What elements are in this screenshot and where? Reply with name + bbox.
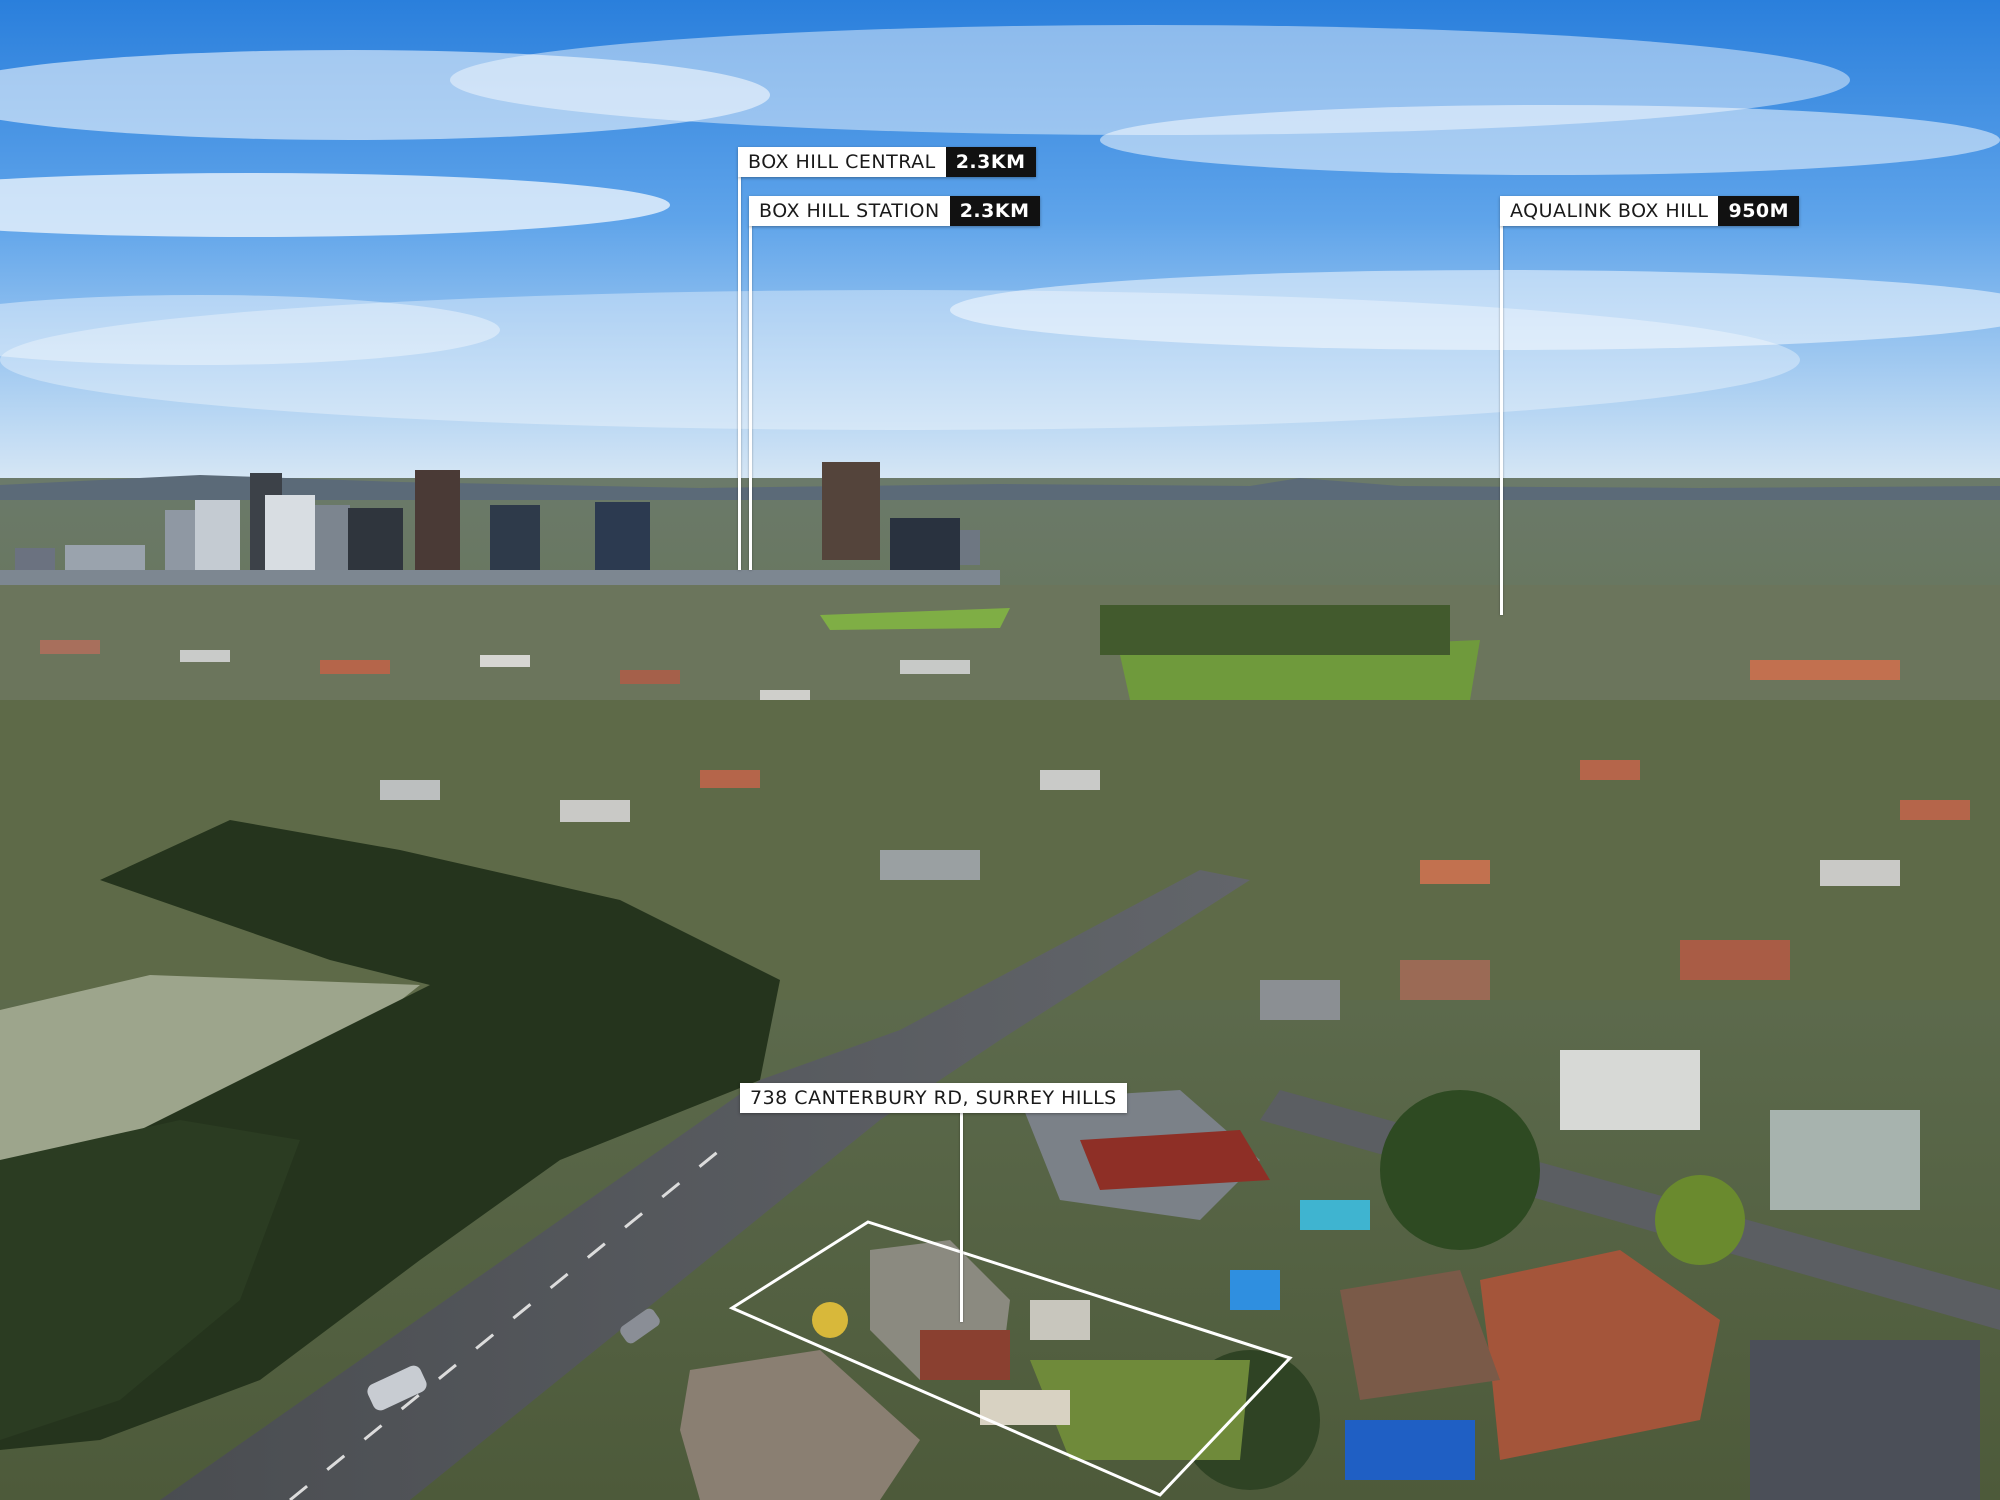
callout-distance: 950M [1718,196,1800,226]
callout-aqualink-box-hill: AQUALINK BOX HILL 950M [1500,196,1800,226]
callout-distance: 2.3KM [949,196,1040,226]
leader-box-hill-central [738,177,741,570]
callout-name: BOX HILL CENTRAL [738,147,946,177]
leader-box-hill-station [749,226,752,570]
leader-property [960,1110,963,1322]
callout-name: BOX HILL STATION [749,196,950,226]
callout-box-hill-station: BOX HILL STATION 2.3KM [749,196,1040,226]
park-trees [1100,605,1450,655]
property-address: 738 CANTERBURY RD, SURREY HILLS [740,1083,1127,1113]
property-address-label: 738 CANTERBURY RD, SURREY HILLS [740,1083,1127,1113]
leader-aqualink [1500,226,1503,615]
callout-name: AQUALINK BOX HILL [1500,196,1719,226]
callout-box-hill-central: BOX HILL CENTRAL 2.3KM [738,147,1036,177]
callout-distance: 2.3KM [945,147,1036,177]
